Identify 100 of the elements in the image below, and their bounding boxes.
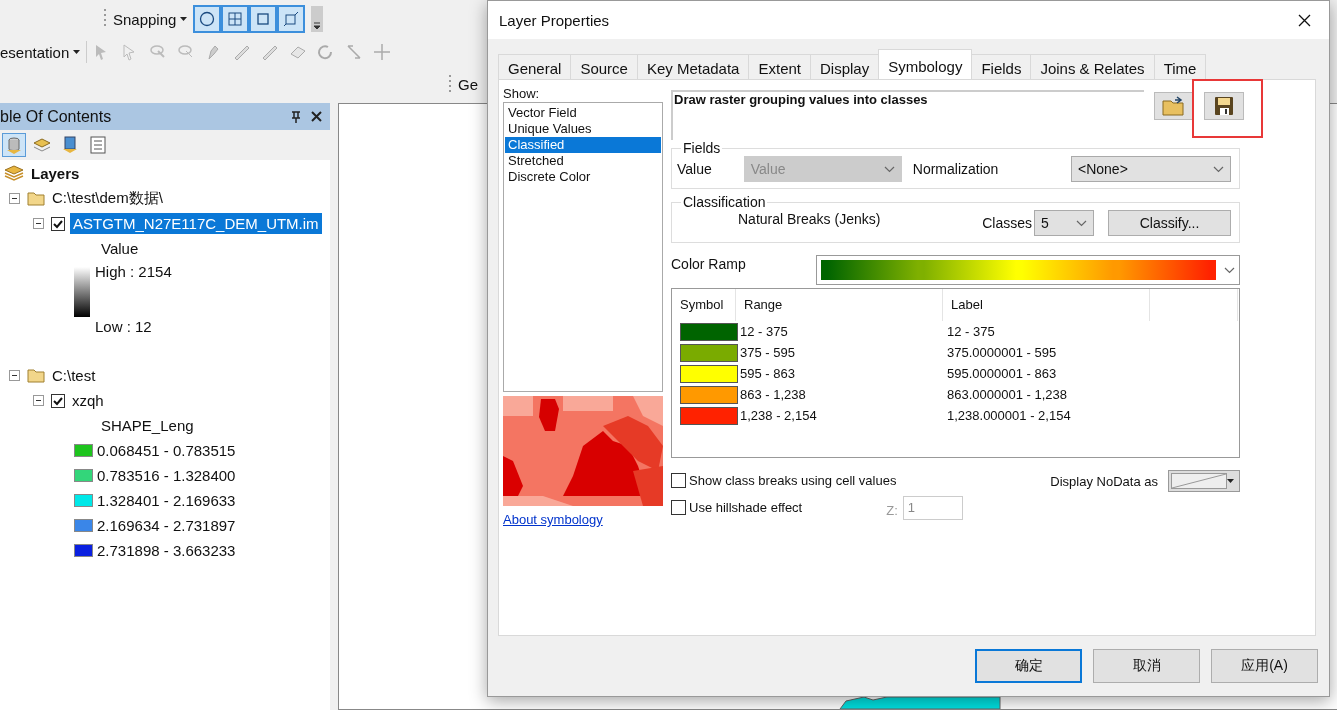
table-cell-text: 375 - 595 (739, 345, 796, 360)
field-label: Display NoData as (1050, 474, 1158, 489)
table-cell: 12 - 375 (947, 324, 995, 339)
dropdown[interactable]: 5 (1034, 210, 1094, 236)
pin-icon[interactable] (291, 110, 301, 123)
tab[interactable]: Symbology (878, 49, 973, 79)
dropdown[interactable] (816, 255, 1240, 285)
checked-checkbox[interactable] (51, 216, 65, 231)
database-icon[interactable] (5, 136, 23, 154)
source-icon[interactable] (61, 136, 79, 154)
table-cell: 595.0000001 - 863 (947, 366, 1057, 381)
layers-icon[interactable] (33, 136, 51, 154)
dropdown[interactable]: <None> (1071, 156, 1231, 182)
list-options-icon[interactable] (89, 136, 107, 154)
list-item[interactable]: Discrete Color (505, 169, 661, 185)
dialog-button[interactable]: 应用(A) (1211, 649, 1318, 683)
chevron-icon (1076, 219, 1087, 227)
panel-title: ble Of Contents (0, 107, 113, 126)
folder-icon (27, 368, 45, 383)
load-button[interactable] (1154, 92, 1194, 120)
snap-button[interactable] (194, 6, 221, 32)
caret-icon (180, 17, 188, 21)
legend-label: 0.068451 - 0.783515 (97, 442, 236, 459)
table-cell: 375.0000001 - 595 (947, 345, 1057, 360)
field-label: Color Ramp (671, 256, 746, 272)
show-label: Show: (503, 86, 541, 101)
layers-label: Layers (31, 164, 80, 182)
checkbox[interactable] (671, 473, 686, 488)
field-label: Z: (886, 503, 898, 518)
list-item[interactable]: Vector Field (505, 105, 661, 121)
list-item[interactable]: Unique Values (505, 121, 661, 137)
list-item[interactable]: Classified (505, 137, 661, 153)
chevron-icon (1213, 165, 1224, 173)
legend-field: Value (101, 240, 139, 257)
tab[interactable]: Time (1153, 54, 1207, 79)
column-header: Range (736, 289, 943, 321)
snap-button[interactable] (278, 6, 305, 32)
tab[interactable]: Display (810, 54, 880, 79)
tab[interactable]: General (498, 54, 572, 79)
folder-icon (27, 191, 45, 206)
folder-name[interactable]: C:\test (52, 367, 96, 384)
overflow-icon[interactable] (311, 6, 324, 32)
close-icon[interactable] (1298, 13, 1311, 27)
description: Draw raster grouping values into classes (671, 90, 1144, 140)
field-label: Normalization (912, 161, 999, 177)
color-swatch[interactable] (680, 406, 738, 425)
collapse-icon[interactable] (9, 370, 20, 381)
checkbox[interactable] (671, 500, 686, 515)
layer-name[interactable]: ASTGTM_N27E117C_DEM_UTM.im (70, 213, 322, 234)
list-item[interactable]: Stretched (505, 153, 661, 169)
legend-label: 2.169634 - 2.731897 (97, 517, 236, 534)
table-cell-text: 12 - 375 (739, 324, 789, 339)
color-swatch[interactable] (680, 385, 738, 404)
checked-checkbox[interactable] (51, 393, 65, 408)
table-cell: 863.0000001 - 1,238 (947, 387, 1067, 402)
gradient-swatch (74, 267, 90, 317)
window-title: Layer Properties (499, 11, 611, 29)
save-button[interactable] (1204, 92, 1244, 120)
folder-name[interactable]: C:\test\dem数据\ (52, 189, 163, 208)
nodata-swatch[interactable] (1168, 470, 1240, 492)
checkbox-label: Use hillshade effect (689, 500, 803, 515)
table-cell-text: 595 - 863 (739, 366, 796, 381)
dialog-button[interactable]: 取消 (1093, 649, 1200, 683)
color-swatch[interactable] (680, 364, 738, 383)
square-icon (255, 11, 272, 27)
toolbar-menu[interactable]: esentation (0, 43, 81, 61)
color-swatch[interactable] (680, 322, 738, 341)
layers-icon (4, 164, 24, 182)
folder-icon (1162, 96, 1186, 116)
snap-button[interactable] (250, 6, 277, 32)
caret-icon (1227, 479, 1234, 483)
table-cell-text: 863 - 1,238 (739, 387, 807, 402)
layer-name[interactable]: xzqh (72, 392, 104, 409)
dialog-button[interactable]: 确定 (975, 649, 1082, 683)
link[interactable]: About symbology (503, 512, 603, 527)
circle-icon (199, 11, 216, 27)
classify-button[interactable]: Classify... (1108, 210, 1231, 236)
group-label: Fields (682, 140, 722, 156)
toolbar-label: Ge (458, 76, 478, 93)
method-label: Natural Breaks (Jenks) (738, 211, 881, 227)
snap-button[interactable] (222, 6, 249, 32)
legend-field: SHAPE_Leng (101, 417, 194, 434)
chevron-icon (883, 165, 895, 173)
checkbox-label: Show class breaks using cell values (689, 473, 897, 488)
column-header: Label (943, 289, 1150, 321)
legend-label: 2.731898 - 3.663233 (97, 542, 236, 559)
table-cell-text: 1,238 - 2,154 (739, 408, 818, 423)
tab[interactable]: Key Metadata (636, 54, 750, 79)
collapse-icon[interactable] (33, 395, 44, 406)
legend-low: Low : 12 (95, 318, 153, 335)
column-header: Symbol (672, 289, 736, 321)
collapse-icon[interactable] (9, 193, 20, 204)
snapping-menu[interactable]: Snapping (113, 10, 188, 28)
close-icon[interactable] (311, 111, 322, 122)
chevron-icon (1224, 266, 1235, 274)
color-swatch[interactable] (680, 343, 738, 362)
grid-icon (227, 11, 244, 27)
collapse-icon[interactable] (33, 218, 44, 229)
square-corner-icon (283, 11, 300, 27)
field-label: Value (677, 161, 712, 177)
